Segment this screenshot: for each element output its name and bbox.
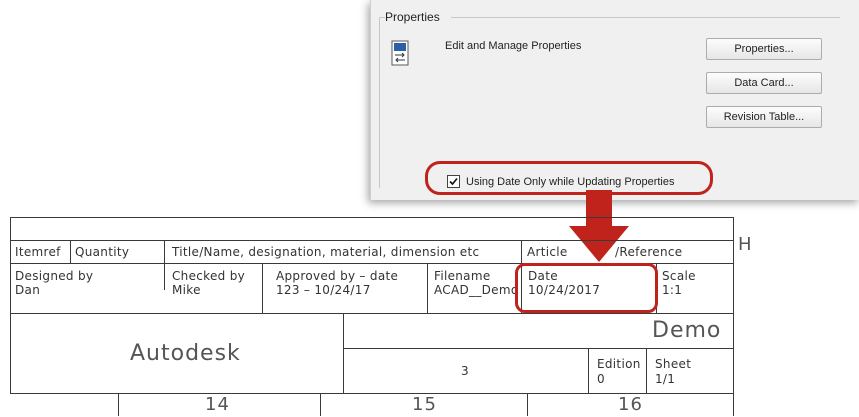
company-name: Autodesk xyxy=(130,341,241,366)
zone-tick xyxy=(118,393,119,416)
zone-number: 14 xyxy=(205,394,230,415)
border-line xyxy=(10,313,733,314)
border-line xyxy=(427,263,428,313)
properties-icon xyxy=(391,40,409,66)
border-line xyxy=(343,313,344,393)
checked-by-label: Checked by xyxy=(172,269,246,283)
border-line xyxy=(588,348,589,393)
border-line xyxy=(521,263,522,313)
border-line xyxy=(10,217,11,393)
designed-by-label: Designed by xyxy=(15,269,94,283)
border-line xyxy=(646,348,647,393)
date-highlight xyxy=(515,263,658,313)
scale-value: 1:1 xyxy=(662,283,683,297)
filename-label: Filename xyxy=(434,269,491,283)
scale-label: Scale xyxy=(662,269,696,283)
zone-tick xyxy=(527,393,528,416)
border-line xyxy=(521,240,522,290)
drawing-title: Demo xyxy=(652,318,722,343)
border-line xyxy=(10,263,733,264)
revision-table-button[interactable]: Revision Table... xyxy=(706,106,822,128)
quantity-header: Quantity xyxy=(75,245,130,259)
border-line xyxy=(733,217,734,416)
checked-by-value: Mike xyxy=(172,283,201,297)
group-border xyxy=(379,17,386,188)
border-line xyxy=(10,393,733,394)
border-line xyxy=(262,263,263,313)
properties-button[interactable]: Properties... xyxy=(706,38,822,60)
sheet-value: 1/1 xyxy=(655,372,676,386)
properties-group-title: Properties xyxy=(385,10,446,24)
edition-label: Edition xyxy=(597,357,641,371)
data-card-button[interactable]: Data Card... xyxy=(706,72,822,94)
date-label: Date xyxy=(528,269,558,283)
zone-number: 16 xyxy=(618,394,643,415)
sheet-label: Sheet xyxy=(655,357,692,371)
zone-number: 15 xyxy=(412,394,437,415)
border-line xyxy=(164,240,165,290)
approved-by-label: Approved by – date xyxy=(276,269,399,283)
down-arrow-icon xyxy=(569,190,629,262)
title-header: Title/Name, designation, material, dimen… xyxy=(172,245,480,259)
border-line xyxy=(656,263,657,313)
designed-by-value: Dan xyxy=(15,283,41,297)
zone-tick xyxy=(320,393,321,416)
edit-manage-properties-label: Edit and Manage Properties xyxy=(445,40,582,52)
article-header-prefix: Article xyxy=(527,245,568,259)
zone-letter-h: H xyxy=(738,234,753,255)
edition-value: 0 xyxy=(597,372,605,386)
date-value: 10/24/2017 xyxy=(528,283,601,297)
itemref-header: Itemref xyxy=(15,245,61,259)
border-line xyxy=(343,348,733,349)
group-divider xyxy=(451,17,840,18)
approved-by-value: 123 – 10/24/17 xyxy=(276,283,371,297)
border-line xyxy=(70,240,71,263)
filename-value: ACAD__Demo xyxy=(434,283,519,297)
drawing-number: 3 xyxy=(461,364,469,378)
